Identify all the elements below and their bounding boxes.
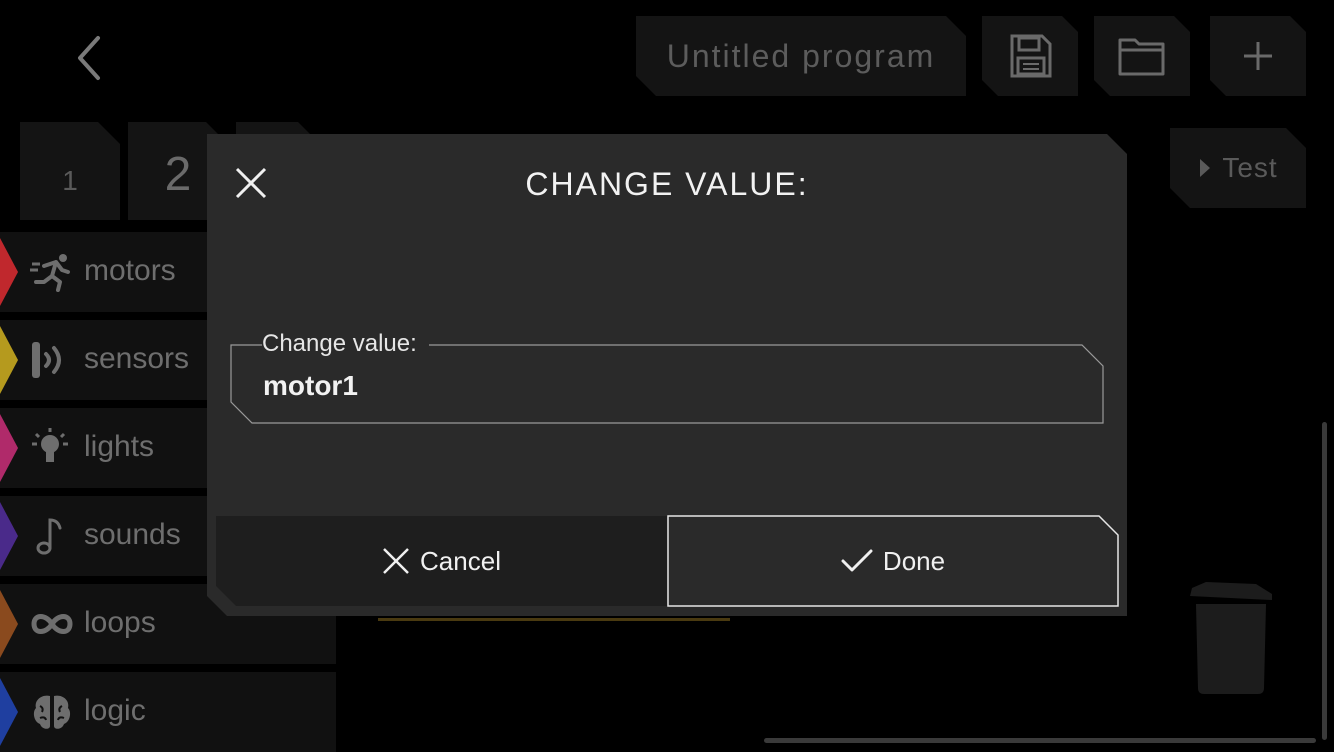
play-icon — [1200, 159, 1211, 177]
sensor-icon — [32, 342, 61, 378]
save-button[interactable] — [982, 16, 1078, 96]
music-note-icon — [36, 518, 62, 555]
plus-icon — [1238, 36, 1278, 76]
trash-button[interactable] — [1186, 578, 1276, 698]
light-bulb-icon — [32, 428, 68, 462]
category-label: lights — [84, 430, 155, 463]
value-field-label: Change value: — [262, 330, 429, 358]
category-color-marker — [0, 326, 18, 394]
program-title[interactable]: Untitled program — [636, 16, 966, 96]
close-icon — [383, 548, 409, 574]
test-button[interactable]: Test — [1170, 128, 1306, 208]
vertical-scrollbar[interactable] — [1322, 422, 1327, 740]
tab-page-1[interactable]: 1 — [20, 122, 120, 220]
brain-icon — [33, 695, 71, 729]
done-button-label: Done — [882, 545, 946, 576]
category-logic[interactable]: logic — [0, 672, 336, 752]
chevron-left-icon — [78, 36, 100, 80]
checkmark-icon — [841, 549, 873, 572]
back-button[interactable] — [60, 28, 120, 88]
category-label: logic — [84, 694, 146, 727]
category-color-marker — [0, 414, 18, 482]
program-title-label: Untitled program — [666, 37, 936, 74]
folder-icon — [1117, 34, 1167, 78]
category-label: sounds — [84, 518, 181, 551]
category-color-marker — [0, 502, 18, 570]
floppy-disk-icon — [1006, 32, 1054, 80]
running-person-icon — [30, 254, 70, 292]
category-label: motors — [84, 254, 176, 287]
trash-icon — [1190, 582, 1272, 694]
category-label: sensors — [84, 342, 190, 375]
category-color-marker — [0, 678, 18, 746]
add-button[interactable] — [1210, 16, 1306, 96]
horizontal-scrollbar[interactable] — [764, 738, 1316, 743]
done-button-content: Done — [667, 515, 1119, 607]
category-color-marker — [0, 590, 18, 658]
test-button-label: Test — [1222, 152, 1278, 183]
category-label: loops — [84, 606, 156, 639]
tab-label: 1 — [62, 165, 78, 196]
category-color-marker — [0, 238, 18, 306]
done-button[interactable]: Done — [667, 515, 1119, 607]
cancel-button-label: Cancel — [420, 545, 501, 576]
infinity-icon — [31, 614, 73, 634]
open-folder-button[interactable] — [1094, 16, 1190, 96]
tab-label: 2 — [164, 147, 192, 201]
value-input[interactable] — [263, 370, 1063, 402]
dialog-title: CHANGE VALUE: — [525, 166, 809, 202]
cancel-button[interactable]: Cancel — [216, 516, 667, 606]
